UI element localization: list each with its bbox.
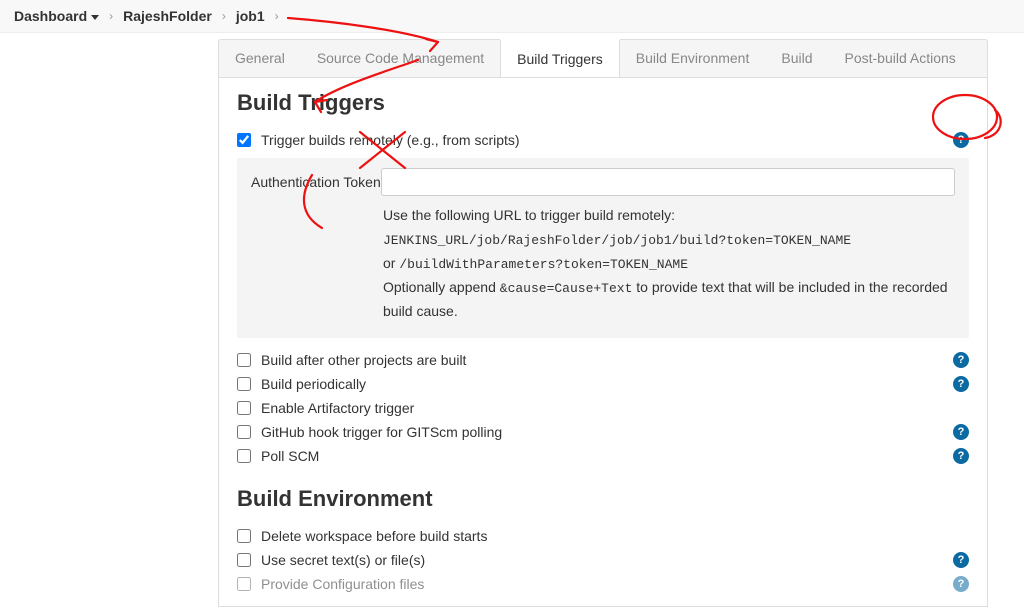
label-poll-scm: Poll SCM	[261, 448, 319, 464]
label-build-after: Build after other projects are built	[261, 352, 466, 368]
tab-postbuild[interactable]: Post-build Actions	[829, 40, 972, 77]
label-artifactory: Enable Artifactory trigger	[261, 400, 414, 416]
help-icon[interactable]: ?	[953, 376, 969, 392]
help-icon[interactable]: ?	[953, 132, 969, 148]
tab-build-env[interactable]: Build Environment	[620, 40, 766, 77]
help-icon[interactable]: ?	[953, 576, 969, 592]
chevron-down-icon	[91, 15, 99, 20]
help-icon[interactable]: ?	[953, 552, 969, 568]
label-trigger-remotely: Trigger builds remotely (e.g., from scri…	[261, 132, 520, 148]
auth-token-box: Authentication Token Use the following U…	[237, 158, 969, 338]
checkbox-poll-scm[interactable]	[237, 449, 251, 463]
checkbox-github-hook[interactable]	[237, 425, 251, 439]
checkbox-build-periodically[interactable]	[237, 377, 251, 391]
row-secret-text: Use secret text(s) or file(s) ?	[237, 548, 969, 572]
row-config-files: Provide Configuration files ?	[237, 572, 969, 596]
row-delete-ws: Delete workspace before build starts	[237, 524, 969, 548]
config-panel: Build Triggers Trigger builds remotely (…	[218, 78, 988, 607]
auth-token-help: Use the following URL to trigger build r…	[383, 204, 955, 324]
tab-build-triggers[interactable]: Build Triggers	[500, 39, 620, 77]
label-delete-ws: Delete workspace before build starts	[261, 528, 487, 544]
row-trigger-remotely: Trigger builds remotely (e.g., from scri…	[237, 128, 969, 152]
label-build-periodically: Build periodically	[261, 376, 366, 392]
label-secret-text: Use secret text(s) or file(s)	[261, 552, 425, 568]
help-icon[interactable]: ?	[953, 448, 969, 464]
row-artifactory: Enable Artifactory trigger	[237, 396, 969, 420]
checkbox-config-files[interactable]	[237, 577, 251, 591]
breadcrumb-separator: ›	[222, 9, 226, 23]
checkbox-secret-text[interactable]	[237, 553, 251, 567]
row-poll-scm: Poll SCM ?	[237, 444, 969, 468]
label-config-files: Provide Configuration files	[261, 576, 424, 592]
config-tabs: General Source Code Management Build Tri…	[218, 39, 988, 78]
breadcrumb-item-folder[interactable]: RajeshFolder	[123, 8, 212, 24]
tab-general[interactable]: General	[219, 40, 301, 77]
breadcrumb-item-job[interactable]: job1	[236, 8, 265, 24]
label-github-hook: GitHub hook trigger for GITScm polling	[261, 424, 502, 440]
breadcrumb-item-dashboard[interactable]: Dashboard	[14, 8, 99, 24]
checkbox-trigger-remotely[interactable]	[237, 133, 251, 147]
auth-token-input[interactable]	[381, 168, 955, 196]
row-github-hook: GitHub hook trigger for GITScm polling ?	[237, 420, 969, 444]
tab-scm[interactable]: Source Code Management	[301, 40, 500, 77]
auth-token-label: Authentication Token	[251, 174, 381, 190]
checkbox-artifactory[interactable]	[237, 401, 251, 415]
tab-build[interactable]: Build	[765, 40, 828, 77]
checkbox-delete-ws[interactable]	[237, 529, 251, 543]
help-icon[interactable]: ?	[953, 352, 969, 368]
breadcrumb-separator: ›	[275, 9, 279, 23]
breadcrumb-separator: ›	[109, 9, 113, 23]
section-title-triggers: Build Triggers	[237, 90, 969, 116]
row-build-after: Build after other projects are built ?	[237, 348, 969, 372]
help-icon[interactable]: ?	[953, 424, 969, 440]
row-build-periodically: Build periodically ?	[237, 372, 969, 396]
section-title-env: Build Environment	[237, 486, 969, 512]
checkbox-build-after[interactable]	[237, 353, 251, 367]
breadcrumb: Dashboard › RajeshFolder › job1 ›	[0, 0, 1024, 33]
